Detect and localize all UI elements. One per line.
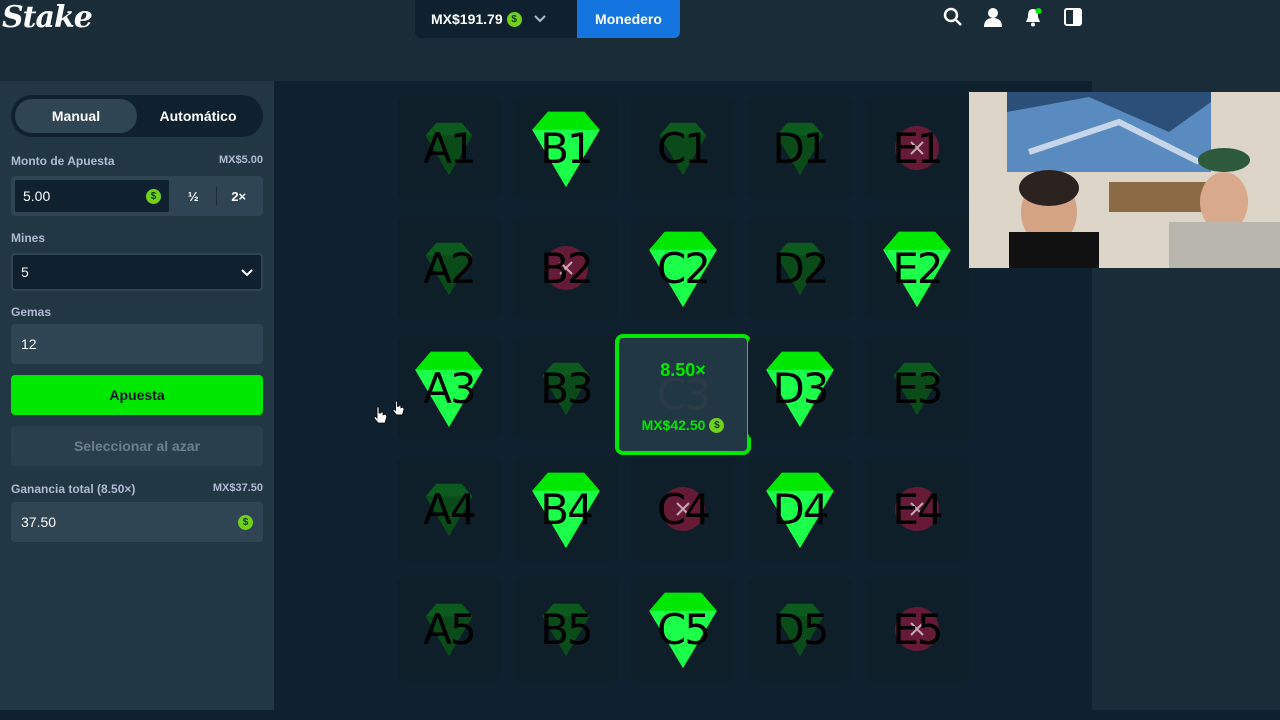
balance-selector[interactable]: MX$191.79 $ bbox=[415, 0, 577, 38]
tile-code: C5 bbox=[656, 604, 711, 654]
mines-value: 5 bbox=[21, 264, 29, 280]
tile-c3[interactable]: 8.50× MX$42.50 $ C3 bbox=[615, 334, 751, 455]
coin-icon: $ bbox=[238, 514, 253, 530]
tile-b2[interactable]: B2 bbox=[514, 216, 618, 320]
coin-icon: $ bbox=[146, 188, 161, 204]
tile-code: E2 bbox=[892, 243, 943, 293]
tile-b4[interactable]: B4 bbox=[514, 457, 618, 561]
wallet-button[interactable]: Monedero bbox=[577, 0, 680, 38]
tile-code: A3 bbox=[423, 363, 476, 413]
tab-auto[interactable]: Automático bbox=[137, 99, 259, 133]
bet-amount-input[interactable]: 5.00 $ bbox=[13, 178, 171, 214]
tile-b3[interactable]: B3 bbox=[514, 336, 618, 440]
chevron-down-icon bbox=[241, 264, 253, 280]
tile-a4[interactable]: A4 bbox=[397, 457, 501, 561]
tile-code: A4 bbox=[423, 484, 476, 534]
webcam-overlay bbox=[969, 92, 1280, 268]
tile-d4[interactable]: D4 bbox=[748, 457, 852, 561]
tile-code: C4 bbox=[656, 484, 711, 534]
profit-label-row: Ganancia total (8.50×) MX$37.50 bbox=[11, 482, 263, 496]
bottom-bar bbox=[0, 710, 1280, 720]
tile-code: D5 bbox=[772, 604, 829, 654]
tile-code: D4 bbox=[772, 484, 829, 534]
half-button[interactable]: ½ bbox=[171, 178, 216, 214]
profit-field: 37.50 $ bbox=[11, 502, 263, 542]
gems-label-row: Gemas bbox=[11, 305, 263, 319]
tile-code: B1 bbox=[540, 123, 594, 173]
tile-code: E1 bbox=[892, 123, 943, 173]
profit-value: 37.50 bbox=[21, 514, 57, 530]
chevron-down-icon bbox=[533, 12, 546, 26]
gems-value: 12 bbox=[21, 336, 37, 352]
tile-e3[interactable]: E3 bbox=[865, 336, 969, 440]
profit-amount: MX$37.50 bbox=[212, 482, 263, 494]
tile-c1[interactable]: C1 bbox=[631, 96, 735, 200]
tile-code: A5 bbox=[423, 604, 476, 654]
search-icon[interactable] bbox=[942, 6, 964, 28]
tile-code: A1 bbox=[423, 123, 476, 173]
bet-amount-label-row: Monto de Apuesta MX$5.00 bbox=[11, 154, 263, 168]
tile-code: E3 bbox=[892, 363, 943, 413]
gems-field: 12 bbox=[11, 324, 263, 364]
tile-code: B3 bbox=[540, 363, 594, 413]
bet-amount-value: 5.00 bbox=[23, 188, 51, 204]
bet-amount-group: 5.00 $ ½ 2× bbox=[11, 176, 263, 216]
tile-c5[interactable]: C5 bbox=[631, 577, 735, 681]
tile-code: D3 bbox=[772, 363, 829, 413]
tile-code: B2 bbox=[540, 243, 594, 293]
bet-amount-label: Monto de Apuesta bbox=[11, 154, 115, 168]
tile-e2[interactable]: E2 bbox=[865, 216, 969, 320]
tile-a1[interactable]: A1 bbox=[397, 96, 501, 200]
coin-icon: $ bbox=[709, 417, 725, 433]
random-pick-button[interactable]: Seleccionar al azar bbox=[11, 426, 263, 466]
tile-d1[interactable]: D1 bbox=[748, 96, 852, 200]
tile-d5[interactable]: D5 bbox=[748, 577, 852, 681]
tile-c4[interactable]: C4 bbox=[631, 457, 735, 561]
balance-amount: MX$191.79 bbox=[431, 11, 503, 27]
stake-logo[interactable]: Stake bbox=[2, 0, 93, 40]
mines-select[interactable]: 5 bbox=[11, 253, 263, 291]
tile-code: A2 bbox=[423, 243, 476, 293]
tile-d3[interactable]: D3 bbox=[748, 336, 852, 440]
mines-label: Mines bbox=[11, 231, 46, 245]
bet-control-panel: Manual Automático Monto de Apuesta MX$5.… bbox=[0, 81, 274, 710]
pointer-cursor-icon bbox=[373, 406, 388, 429]
tile-c2[interactable]: C2 bbox=[631, 216, 735, 320]
mode-toggle: Manual Automático bbox=[11, 95, 263, 137]
top-bar: Stake MX$191.79 $ Monedero bbox=[0, 0, 1280, 42]
profit-label: Ganancia total (8.50×) bbox=[11, 482, 136, 496]
tile-code: E4 bbox=[892, 484, 943, 534]
double-button[interactable]: 2× bbox=[217, 178, 262, 214]
tile-code: C1 bbox=[656, 123, 711, 173]
tile-a2[interactable]: A2 bbox=[397, 216, 501, 320]
tile-code: E5 bbox=[892, 604, 943, 654]
tile-e5[interactable]: E5 bbox=[865, 577, 969, 681]
tile-e4[interactable]: E4 bbox=[865, 457, 969, 561]
tile-code: D1 bbox=[772, 123, 829, 173]
tile-code: B4 bbox=[540, 484, 594, 534]
tile-e1[interactable]: E1 bbox=[865, 96, 969, 200]
tile-a5[interactable]: A5 bbox=[397, 577, 501, 681]
sidebar-toggle-icon[interactable] bbox=[1062, 6, 1084, 28]
coin-icon: $ bbox=[506, 11, 522, 27]
tile-code: B5 bbox=[540, 604, 594, 654]
tile-d2[interactable]: D2 bbox=[748, 216, 852, 320]
pointer-cursor-icon bbox=[392, 400, 405, 421]
user-icon[interactable] bbox=[982, 6, 1004, 28]
tile-code: D2 bbox=[772, 243, 829, 293]
tile-b5[interactable]: B5 bbox=[514, 577, 618, 681]
tile-code: C3 bbox=[656, 370, 711, 419]
tile-code: C2 bbox=[656, 243, 711, 293]
tile-payout: MX$42.50 $ bbox=[642, 417, 725, 433]
tab-manual[interactable]: Manual bbox=[15, 99, 137, 133]
tile-a3[interactable]: A3 bbox=[397, 336, 501, 440]
bet-button[interactable]: Apuesta bbox=[11, 375, 263, 415]
tile-b1[interactable]: B1 bbox=[514, 96, 618, 200]
mines-label-row: Mines bbox=[11, 231, 263, 245]
gems-label: Gemas bbox=[11, 305, 52, 319]
notification-icon[interactable] bbox=[1022, 6, 1044, 28]
bet-amount-limit: MX$5.00 bbox=[218, 154, 263, 166]
